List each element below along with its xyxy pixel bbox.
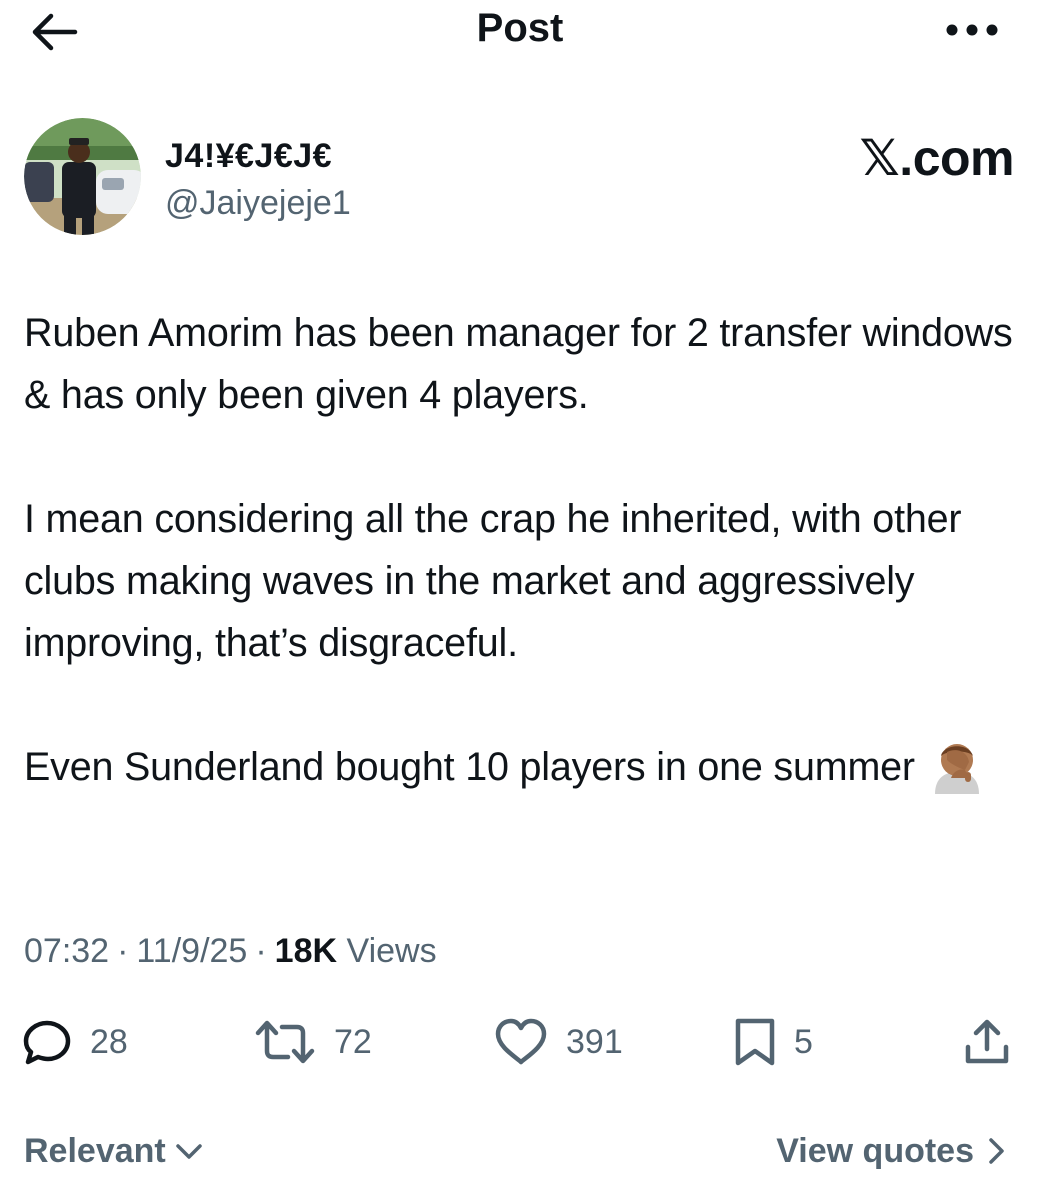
more-horizontal-icon xyxy=(946,24,998,36)
post-author: J4!¥€J€J€ @Jaiyejeje1 𝕏.com xyxy=(24,118,1015,238)
reply-button[interactable]: 28 xyxy=(22,1014,128,1070)
x-watermark: 𝕏.com xyxy=(859,130,1015,186)
avatar-photo xyxy=(24,118,141,235)
top-bar: Post xyxy=(0,0,1040,64)
separator: · xyxy=(255,932,267,970)
bookmark-icon xyxy=(735,1018,775,1066)
views-label: Views xyxy=(346,932,437,970)
post-paragraph: Even Sunderland bought 10 players in one… xyxy=(24,745,915,789)
sort-label: Relevant xyxy=(24,1132,166,1170)
chevron-right-icon xyxy=(989,1138,1004,1164)
post-time[interactable]: 07:32 xyxy=(24,932,109,970)
author-handle[interactable]: @Jaiyejeje1 xyxy=(165,182,351,224)
more-options-button[interactable] xyxy=(940,10,1004,50)
post-paragraph-last: Even Sunderland bought 10 players in one… xyxy=(24,736,1016,798)
post-text: Ruben Amorim has been manager for 2 tran… xyxy=(24,302,1016,798)
reply-icon xyxy=(23,1020,71,1065)
views-count: 18K xyxy=(274,932,338,970)
post-meta: 07:32 · 11/9/25 · 18K Views xyxy=(24,926,437,976)
reply-sort-dropdown[interactable]: Relevant xyxy=(24,1128,204,1174)
repost-button[interactable]: 72 xyxy=(254,1014,372,1070)
heart-icon xyxy=(495,1018,547,1065)
avatar[interactable] xyxy=(24,118,141,235)
bookmark-button[interactable]: 5 xyxy=(734,1014,813,1070)
chevron-down-icon xyxy=(175,1144,202,1159)
separator: · xyxy=(117,932,129,970)
repost-icon xyxy=(255,1020,315,1064)
page-title: Post xyxy=(476,6,564,50)
view-quotes-link[interactable]: View quotes xyxy=(776,1128,1006,1174)
facepalm-icon xyxy=(934,743,979,794)
facepalm-emoji xyxy=(929,738,985,794)
like-button[interactable]: 391 xyxy=(494,1014,623,1070)
post-paragraph: I mean considering all the crap he inher… xyxy=(24,497,962,665)
post-date[interactable]: 11/9/25 xyxy=(136,932,247,970)
post-paragraph: Ruben Amorim has been manager for 2 tran… xyxy=(24,311,1013,417)
reply-count: 28 xyxy=(90,1022,128,1061)
view-quotes-label: View quotes xyxy=(776,1132,974,1170)
author-display-name[interactable]: J4!¥€J€J€ xyxy=(165,136,332,176)
like-count: 391 xyxy=(566,1022,623,1061)
bookmark-count: 5 xyxy=(794,1022,813,1061)
share-icon xyxy=(965,1019,1009,1064)
share-button[interactable] xyxy=(962,1014,1012,1070)
repost-count: 72 xyxy=(334,1022,372,1061)
